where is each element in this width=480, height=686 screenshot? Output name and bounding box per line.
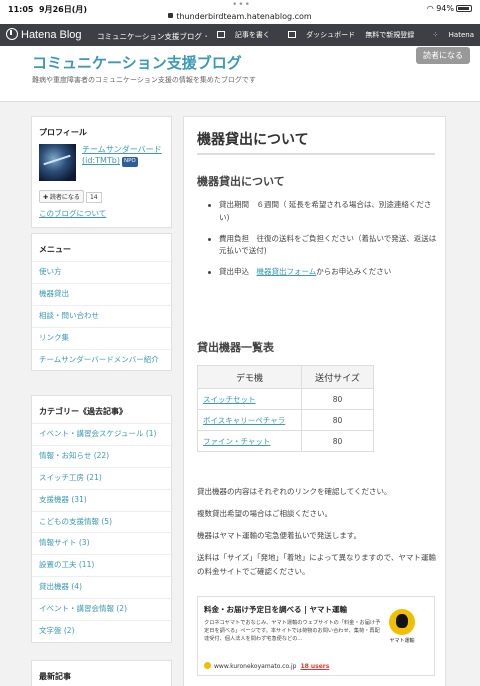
navbar-blog-name[interactable]: コミュニケーション支援ブログ ･ [97, 31, 208, 42]
multitask-dots[interactable]: ••• [232, 0, 251, 10]
article-title[interactable]: 機器貸出について [197, 129, 309, 149]
menu-item[interactable]: リンク集 [32, 326, 171, 349]
table-row: ボイスキャリーペチャラ 80 [197, 409, 374, 431]
recent-heading: 最新記事 [39, 672, 71, 681]
section-heading-equipment: 貸出機器一覧表 [197, 341, 274, 354]
category-item[interactable]: イベント・講習会スケジュール (1) [32, 423, 171, 445]
blog-header: コミュニケーション支援ブログ 難病や重度障害者のコミュニケーション支援の情報を集… [0, 46, 480, 102]
category-item[interactable]: 設置の工夫 (11) [32, 554, 171, 576]
category-item[interactable]: 支援機器 (31) [32, 488, 171, 511]
status-right: ◠ 94% [427, 4, 472, 13]
table-row: ファイン・チャット 80 [197, 430, 374, 452]
card-title[interactable]: 料金・お届け予定日を調べる | ヤマト運輸 [204, 604, 347, 615]
category-item[interactable]: 文字盤 (2) [32, 619, 171, 642]
dashboard-link[interactable]: ダッシュボード [280, 31, 355, 39]
paragraph: 機器はヤマト運輸の宅急便着払いで発送します。 [197, 531, 362, 540]
list-item: 貸出申込 機器貸出フォームからお申込みください [206, 266, 441, 279]
dashboard-icon [288, 31, 297, 38]
hatena-navbar: Hatena Blog コミュニケーション支援ブログ ･ 記事を書く ダッシュボ… [0, 24, 480, 46]
profile-subscribe-button[interactable]: ✚ 読者になる [39, 190, 84, 203]
shipping-size: 80 [301, 388, 374, 410]
hatena-account-link[interactable]: ⁘ Hatena [425, 31, 474, 39]
equipment-table: デモ機 送付サイズ スイッチセット 80 ボイスキャリーペチャラ 80 ファイン… [197, 365, 374, 452]
list-item: 費用負担 往復の送料をご負担ください（着払いで発送、返送は元払いで送付) [206, 233, 441, 259]
yamato-logo: ヤマト運輸 [382, 609, 422, 649]
category-item[interactable]: 情報・お知らせ (22) [32, 444, 171, 467]
table-header: デモ機 [197, 365, 302, 389]
device-link[interactable]: スイッチセット [197, 388, 302, 410]
reader-count: 14 [85, 192, 102, 203]
wifi-icon: ◠ [426, 4, 434, 13]
bookmark-users[interactable]: 18 users [300, 663, 329, 670]
menu-item[interactable]: 機器貸出 [32, 282, 171, 305]
signup-link[interactable]: 無料で新規登録 [365, 31, 414, 39]
table-row: スイッチセット 80 [197, 388, 374, 410]
category-item[interactable]: スイッチ工房 (21) [32, 466, 171, 489]
profile-module: プロフィール チームサンダーバード (id:TMTb) NPO ✚ 読者になる 14… [31, 116, 172, 228]
categories-heading: カテゴリー《過去記事》 [39, 407, 127, 416]
category-item[interactable]: イベント・講習会情報 (2) [32, 598, 171, 620]
card-domain[interactable]: www.kuronekoyamato.co.jp [214, 663, 296, 670]
categories-module: カテゴリー《過去記事》 イベント・講習会スケジュール (1) 情報・お知らせ (… [31, 395, 172, 643]
device-link[interactable]: ボイスキャリーペチャラ [197, 409, 302, 431]
hatena-dots-icon: ⁘ [432, 31, 439, 39]
lock-icon [168, 13, 174, 18]
npo-badge: NPO [122, 157, 138, 167]
profile-heading: プロフィール [39, 128, 87, 137]
black-cat-icon [389, 609, 415, 635]
menu-module: メニュー 使い方 機器貸出 相談・問い合わせ リンク集 チームサンダーバードメン… [31, 233, 172, 372]
category-item[interactable]: 情報サイト (3) [32, 532, 171, 554]
table-header: 送付サイズ [301, 365, 374, 389]
device-link[interactable]: ファイン・チャット [197, 430, 302, 452]
article: 機器貸出について 機器貸出について 貸出期間 ６週間（ 延長を希望される場合は、… [183, 116, 446, 686]
menu-heading: メニュー [39, 245, 71, 254]
recent-posts-module: 最新記事 [31, 660, 172, 686]
ios-status-bar: 11:05 9月26日(月) ••• thunderbirdteam.haten… [0, 0, 480, 24]
about-blog-link[interactable]: このブログについて [32, 202, 171, 227]
write-article-link[interactable]: 記事を書く [209, 31, 270, 39]
blog-description: 難病や重度障害者のコミュニケーション支援の情報を集めたブログです [32, 76, 256, 84]
list-item: 貸出期間 ６週間（ 延長を希望される場合は、別途連絡ください) [206, 199, 441, 225]
battery-icon [456, 5, 472, 12]
shipping-size: 80 [301, 409, 374, 431]
menu-item[interactable]: 使い方 [32, 261, 171, 283]
category-item[interactable]: こどもの支援情報 (5) [32, 510, 171, 533]
address-bar[interactable]: thunderbirdteam.hatenablog.com [0, 12, 480, 21]
paragraph: 複数貸出希望の場合はご相談ください。 [197, 509, 332, 518]
subscribe-button[interactable]: 読者になる [416, 47, 470, 64]
paragraph: 貸出機器の内容はそれぞれのリンクを確認してください。 [197, 487, 392, 496]
title-divider [197, 153, 435, 155]
lending-terms-list: 貸出期間 ６週間（ 延長を希望される場合は、別途連絡ください) 費用負担 往復の… [206, 199, 441, 287]
card-description: クロネコヤマトでおなじみ、ヤマト運輸のウェブサイトの「料金・お届け予定日を調べる… [204, 620, 381, 643]
menu-item[interactable]: 相談・問い合わせ [32, 304, 171, 327]
link-card-yamato[interactable]: 料金・お届け予定日を調べる | ヤマト運輸 クロネコヤマトでおなじみ、ヤマト運輸… [197, 596, 435, 676]
category-item[interactable]: 貸出機器 (4) [32, 576, 171, 598]
shipping-size: 80 [301, 430, 374, 452]
favicon-icon [204, 662, 211, 669]
pencil-icon [216, 31, 225, 38]
paragraph: 送料は「サイズ」「発地」「着地」によって異なりますので、ヤマト運輸の料金サイトで… [197, 553, 436, 576]
card-footer: www.kuronekoyamato.co.jp 18 users [204, 662, 329, 670]
avatar[interactable] [39, 144, 76, 181]
menu-item[interactable]: チームサンダーバードメンバー紹介 [32, 348, 171, 371]
section-heading-lending: 機器貸出について [197, 175, 285, 188]
hatena-logo-icon [6, 28, 18, 40]
lending-form-link[interactable]: 機器貸出フォーム [257, 267, 317, 276]
blog-title[interactable]: コミュニケーション支援ブログ [32, 52, 242, 73]
hatena-blog-logo[interactable]: Hatena Blog [6, 28, 82, 41]
profile-name[interactable]: チームサンダーバード (id:TMTb) NPO [82, 144, 174, 167]
